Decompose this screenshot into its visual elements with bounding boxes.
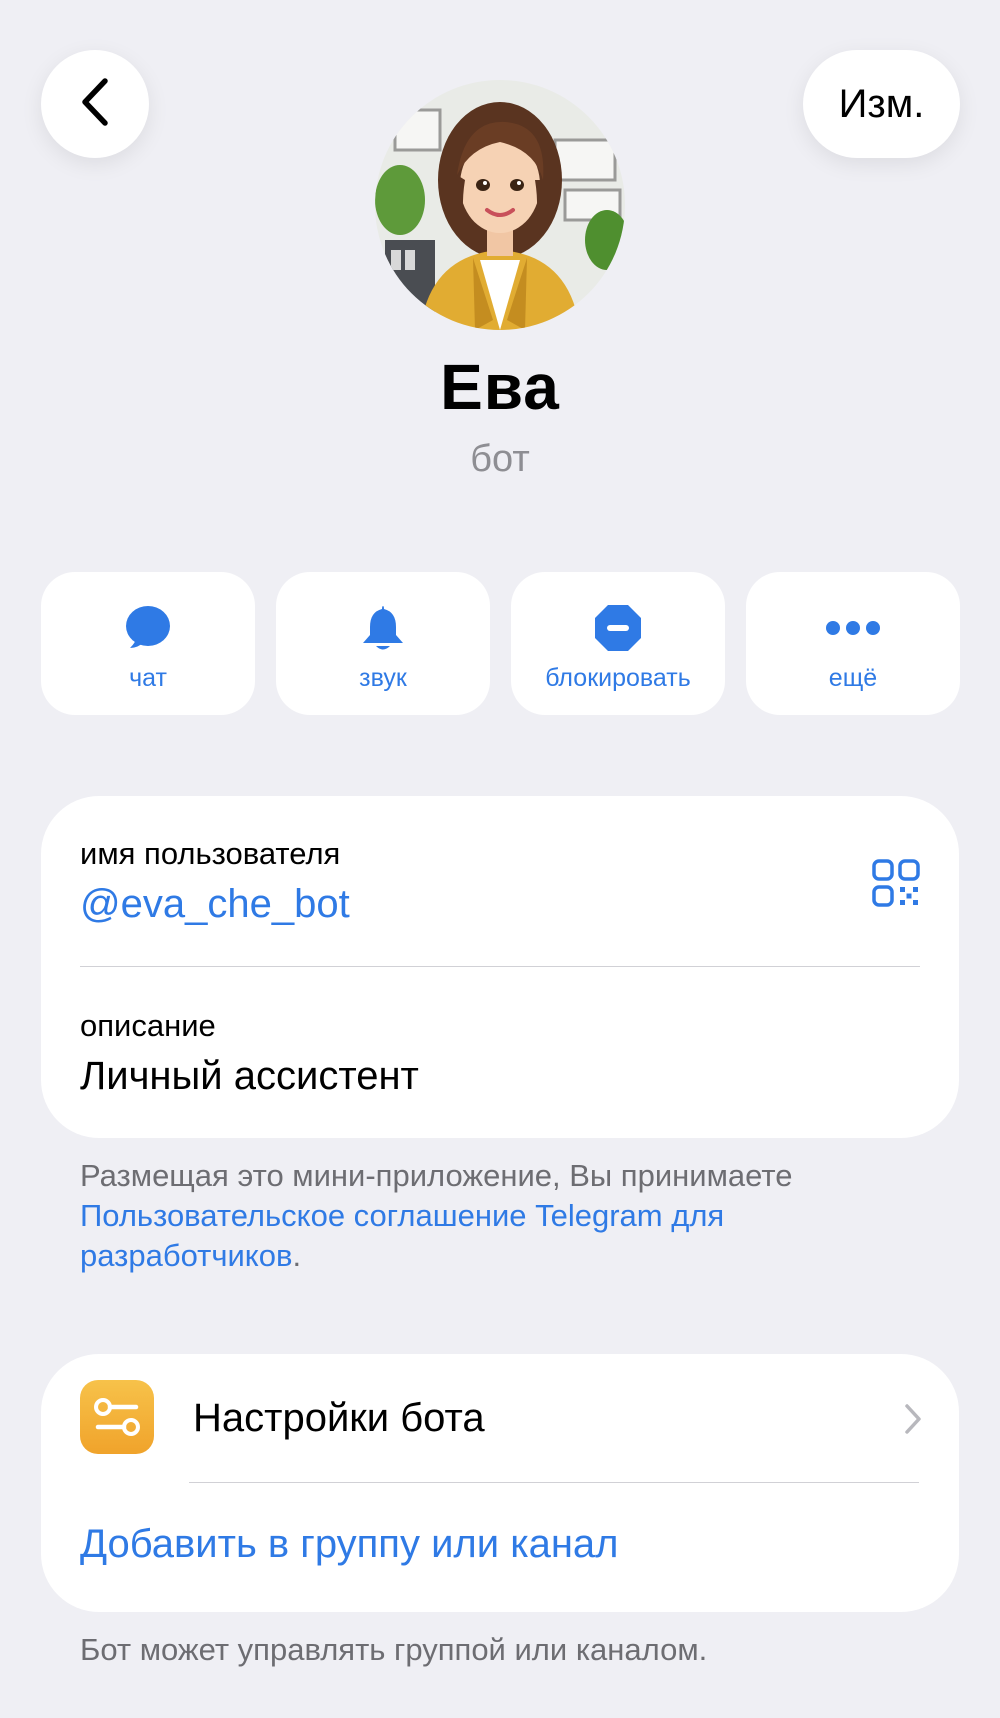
chat-button[interactable]: чат	[41, 572, 255, 715]
chevron-right-icon	[903, 1402, 923, 1441]
agreement-end: .	[292, 1238, 302, 1273]
more-button[interactable]: ещё	[746, 572, 960, 715]
qr-code-icon[interactable]	[871, 858, 921, 913]
block-button[interactable]: блокировать	[511, 572, 725, 715]
settings-card: Настройки бота Добавить в группу или кан…	[41, 1354, 959, 1612]
settings-sliders-icon	[80, 1380, 154, 1454]
avatar[interactable]	[375, 80, 625, 330]
profile-name: Ева	[440, 351, 560, 423]
chat-label: чат	[129, 664, 167, 692]
back-button[interactable]	[41, 50, 149, 158]
chat-bubble-icon	[124, 602, 172, 654]
sound-button[interactable]: звук	[276, 572, 490, 715]
bot-settings-label: Настройки бота	[193, 1396, 485, 1440]
more-dots-icon	[825, 602, 881, 654]
profile-subtitle: бот	[470, 438, 530, 480]
add-to-group-button[interactable]: Добавить в группу или канал	[80, 1522, 619, 1567]
block-icon	[593, 602, 643, 654]
agreement-note: Размещая это мини-приложение, Вы принима…	[80, 1156, 940, 1276]
bot-settings-row[interactable]: Настройки бота	[41, 1354, 959, 1484]
description-caption: описание	[80, 1008, 216, 1043]
chevron-left-icon	[77, 77, 113, 132]
description-value: Личный ассистент	[80, 1054, 419, 1098]
developer-agreement-link[interactable]: Пользовательское соглашение Telegram для…	[80, 1198, 724, 1273]
agreement-text: Размещая это мини-приложение, Вы принима…	[80, 1158, 793, 1193]
edit-button[interactable]: Изм.	[803, 50, 960, 158]
bell-icon	[359, 602, 407, 654]
bot-footer-note: Бот может управлять группой или каналом.	[80, 1632, 708, 1667]
sound-label: звук	[359, 664, 407, 692]
username-link[interactable]: @eva_che_bot	[80, 882, 350, 927]
settings-divider	[189, 1482, 919, 1483]
more-label: ещё	[828, 664, 878, 692]
info-divider	[80, 966, 920, 967]
block-label: блокировать	[545, 664, 691, 692]
info-card: имя пользователя @eva_che_bot описание Л…	[41, 796, 959, 1138]
username-caption: имя пользователя	[80, 836, 341, 871]
